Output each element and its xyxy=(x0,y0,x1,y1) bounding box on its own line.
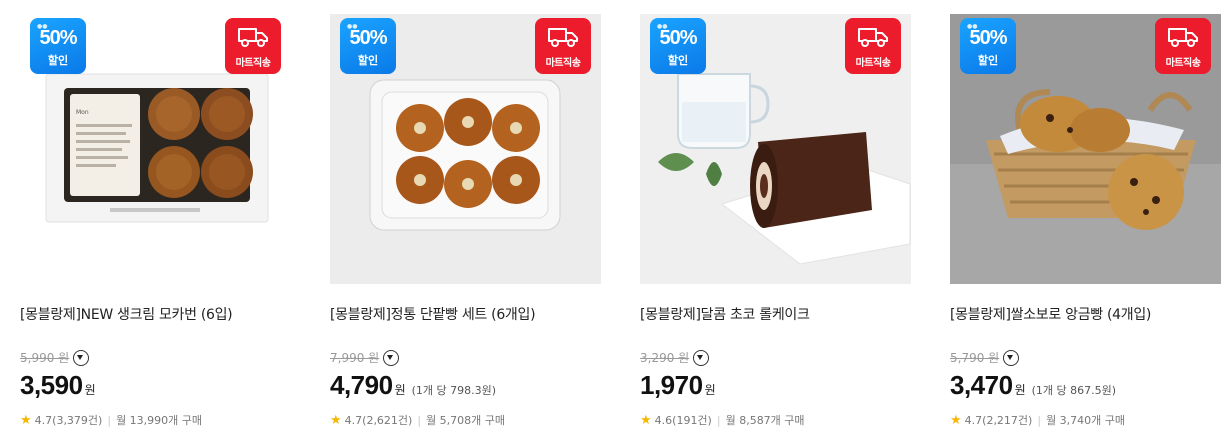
sale-price: 4,790 xyxy=(330,370,393,400)
product-card[interactable]: ●● 50% 할인 마트직송 [몽블랑제]쌀소보로 앙금빵 (4개입) 5,79… xyxy=(950,14,1221,444)
star-icon: ★ xyxy=(640,412,652,428)
rating-text: 4.6(191건) xyxy=(654,414,712,427)
price-row: 1,970 원 xyxy=(640,370,716,400)
sale-badge: ●● 50% 할인 xyxy=(340,18,396,74)
purchase-count: 월 13,990개 구매 xyxy=(116,414,203,427)
rating-row: ★ 4.7(2,621건) | 월 5,708개 구매 xyxy=(330,412,505,428)
svg-text:Mon: Mon xyxy=(76,109,89,116)
sale-badge: ●● 50% 할인 xyxy=(960,18,1016,74)
purchase-count: 월 5,708개 구매 xyxy=(426,414,506,427)
star-icon: ★ xyxy=(950,412,962,428)
price-row: 3,470 원 (1개 당 867.5원) xyxy=(950,370,1117,400)
product-title[interactable]: [몽블랑제]정통 단팥빵 세트 (6개입) xyxy=(330,304,601,324)
divider: | xyxy=(417,413,422,427)
sale-price: 3,470 xyxy=(950,370,1013,400)
delivery-truck-icon xyxy=(858,28,888,47)
sale-price: 1,970 xyxy=(640,370,703,400)
product-card[interactable]: Mon ●● 50% 할인 마트직송 [몽블랑제]NEW 생크림 모카번 (6입… xyxy=(20,14,291,444)
rating-text: 4.7(3,379건) xyxy=(34,414,103,427)
product-card[interactable]: ●● 50% 할인 마트직송 [몽블랑제]달콤 초코 롤케이크 3,290 원 … xyxy=(640,14,911,444)
product-title[interactable]: [몽블랑제]쌀소보로 앙금빵 (4개입) xyxy=(950,304,1221,324)
rating-row: ★ 4.6(191건) | 월 8,587개 구매 xyxy=(640,412,805,428)
rating-text: 4.7(2,621건) xyxy=(344,414,413,427)
delivery-truck-icon xyxy=(548,28,578,47)
product-title[interactable]: [몽블랑제]NEW 생크림 모카번 (6입) xyxy=(20,304,291,324)
unit-price: (1개 당 798.3원) xyxy=(411,384,497,397)
price-info-dropdown-icon[interactable] xyxy=(383,349,400,366)
original-price: 3,290 원 xyxy=(640,349,710,366)
mart-delivery-badge: 마트직송 xyxy=(225,18,281,74)
product-card[interactable]: ●● 50% 할인 마트직송 [몽블랑제]정통 단팥빵 세트 (6개입) 7,9… xyxy=(330,14,601,444)
divider: | xyxy=(107,413,112,427)
original-price: 7,990 원 xyxy=(330,349,400,366)
sale-badge: ●● 50% 할인 xyxy=(30,18,86,74)
sale-badge: ●● 50% 할인 xyxy=(650,18,706,74)
purchase-count: 월 3,740개 구매 xyxy=(1046,414,1126,427)
original-price: 5,790 원 xyxy=(950,349,1020,366)
price-info-dropdown-icon[interactable] xyxy=(693,349,710,366)
price-row: 3,590 원 xyxy=(20,370,96,400)
rating-row: ★ 4.7(3,379건) | 월 13,990개 구매 xyxy=(20,412,202,428)
delivery-truck-icon xyxy=(238,28,268,47)
price-info-dropdown-icon[interactable] xyxy=(1003,349,1020,366)
original-price: 5,990 원 xyxy=(20,349,90,366)
purchase-count: 월 8,587개 구매 xyxy=(725,414,805,427)
price-info-dropdown-icon[interactable] xyxy=(73,349,90,366)
product-title[interactable]: [몽블랑제]달콤 초코 롤케이크 xyxy=(640,304,911,324)
divider: | xyxy=(716,413,721,427)
star-icon: ★ xyxy=(330,412,342,428)
price-row: 4,790 원 (1개 당 798.3원) xyxy=(330,370,497,400)
divider: | xyxy=(1037,413,1042,427)
rating-row: ★ 4.7(2,217건) | 월 3,740개 구매 xyxy=(950,412,1125,428)
rating-text: 4.7(2,217건) xyxy=(964,414,1033,427)
unit-price: (1개 당 867.5원) xyxy=(1031,384,1117,397)
sale-price: 3,590 xyxy=(20,370,83,400)
mart-delivery-badge: 마트직송 xyxy=(535,18,591,74)
star-icon: ★ xyxy=(20,412,32,428)
mart-delivery-badge: 마트직송 xyxy=(1155,18,1211,74)
delivery-truck-icon xyxy=(1168,28,1198,47)
mart-delivery-badge: 마트직송 xyxy=(845,18,901,74)
